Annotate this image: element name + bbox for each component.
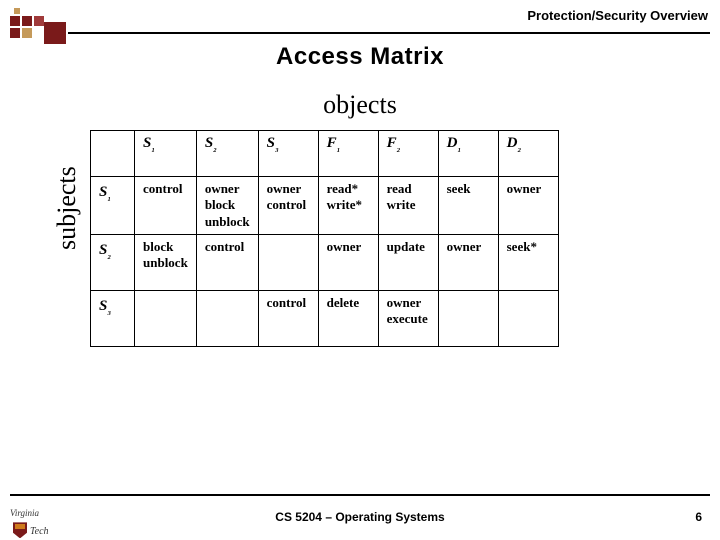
matrix-cell xyxy=(258,234,318,290)
column-header: D₁ xyxy=(438,131,498,177)
matrix-cell: blockunblock xyxy=(135,234,197,290)
ornament-square xyxy=(22,16,32,26)
row-header: S₃ xyxy=(91,290,135,346)
rows-group-label: subjects xyxy=(52,166,82,250)
logo-text-bot: Tech xyxy=(30,526,49,537)
ornament-square xyxy=(14,8,20,14)
footer-course: CS 5204 – Operating Systems xyxy=(0,510,720,524)
shield-icon xyxy=(13,522,27,538)
matrix-cell: owner xyxy=(498,177,558,235)
row-header: S₂ xyxy=(91,234,135,290)
footer-page-number: 6 xyxy=(695,510,702,524)
column-header: S₂ xyxy=(196,131,258,177)
ornament-square xyxy=(10,28,20,38)
ornament-square xyxy=(44,22,66,44)
table-row: S₁controlownerblockunblockownercontrolre… xyxy=(91,177,559,235)
matrix-cell: control xyxy=(196,234,258,290)
matrix-cell: ownerexecute xyxy=(378,290,438,346)
matrix-cell: owner xyxy=(318,234,378,290)
matrix-cell xyxy=(196,290,258,346)
footer-divider xyxy=(10,494,710,496)
matrix-cell: owner xyxy=(438,234,498,290)
matrix-cell xyxy=(498,290,558,346)
slide-title: Access Matrix xyxy=(0,43,720,71)
matrix-cell: delete xyxy=(318,290,378,346)
ornament-square xyxy=(22,28,32,38)
matrix-cell: update xyxy=(378,234,438,290)
column-header: S₃ xyxy=(258,131,318,177)
header-divider xyxy=(68,32,710,34)
corner-cell xyxy=(91,131,135,177)
matrix-cell: control xyxy=(258,290,318,346)
matrix-cell: seek xyxy=(438,177,498,235)
table-row: S₃ controldeleteownerexecute xyxy=(91,290,559,346)
ornament-square xyxy=(10,16,20,26)
column-header: D₂ xyxy=(498,131,558,177)
table-row: S₂blockunblockcontrolownerupdateownersee… xyxy=(91,234,559,290)
matrix-cell: readwrite xyxy=(378,177,438,235)
access-matrix-table: S₁S₂S₃F₁F₂D₁D₂ S₁controlownerblockunbloc… xyxy=(90,130,559,347)
matrix-cell: read*write* xyxy=(318,177,378,235)
ornament-square xyxy=(34,16,44,26)
column-header: F₁ xyxy=(318,131,378,177)
row-header: S₁ xyxy=(91,177,135,235)
matrix-cell xyxy=(438,290,498,346)
columns-group-label: objects xyxy=(0,90,720,120)
matrix-cell: ownerblockunblock xyxy=(196,177,258,235)
matrix-cell: seek* xyxy=(498,234,558,290)
table-header-row: S₁S₂S₃F₁F₂D₁D₂ xyxy=(91,131,559,177)
column-header: F₂ xyxy=(378,131,438,177)
matrix-cell: control xyxy=(135,177,197,235)
matrix-cell: ownercontrol xyxy=(258,177,318,235)
matrix-cell xyxy=(135,290,197,346)
column-header: S₁ xyxy=(135,131,197,177)
header-topic: Protection/Security Overview xyxy=(527,8,708,23)
